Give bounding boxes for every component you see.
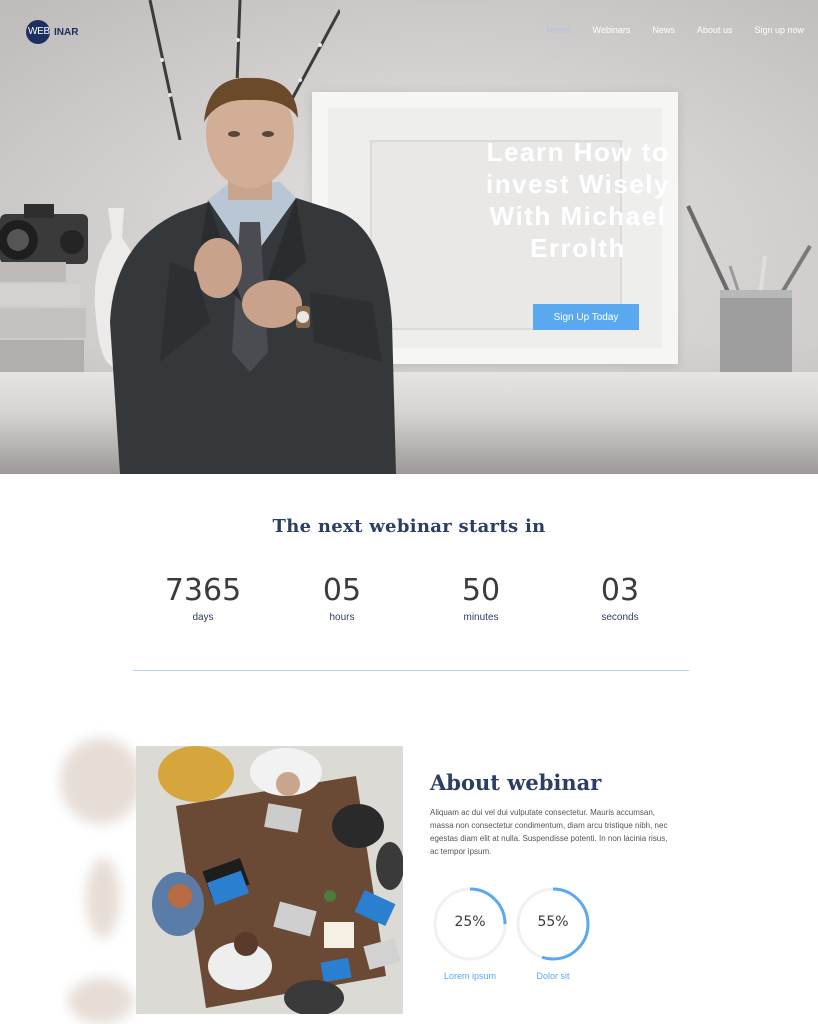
- countdown-days: 7365 days: [133, 572, 273, 623]
- countdown-label: seconds: [601, 612, 639, 623]
- stat-dolor-sit: 55% Dolor sit: [515, 886, 591, 981]
- countdown-label: days: [192, 612, 214, 623]
- presenter-photo: [110, 77, 396, 474]
- main-nav: Home Webinars News About us Sign up now: [525, 25, 804, 35]
- stat-lorem-ipsum: 25% Lorem ipsum: [432, 886, 508, 981]
- countdown-label: minutes: [463, 612, 499, 623]
- countdown-label: hours: [329, 612, 355, 623]
- countdown-value: 03: [600, 573, 640, 608]
- countdown-title: The next webinar starts in: [272, 516, 546, 537]
- progress-ring: 55%: [515, 886, 591, 962]
- sign-up-today-button[interactable]: Sign Up Today: [533, 304, 639, 330]
- progress-percent: 55%: [537, 914, 569, 930]
- progress-ring: 25%: [432, 886, 508, 962]
- countdown-hours: 05 hours: [272, 572, 412, 623]
- section-divider: [133, 670, 689, 671]
- countdown-seconds: 03 seconds: [550, 572, 690, 623]
- progress-percent: 25%: [454, 914, 486, 930]
- stat-label: Dolor sit: [536, 971, 570, 981]
- countdown-value: 50: [461, 573, 501, 608]
- pencil-cup: [686, 205, 812, 372]
- decorative-blob: [60, 738, 142, 824]
- decorative-blob: [68, 978, 134, 1024]
- hero-title-line: With Michael: [489, 201, 667, 231]
- nav-about-us[interactable]: About us: [697, 25, 733, 35]
- logo-text-inar: INAR: [54, 26, 79, 38]
- countdown-value: 05: [322, 573, 362, 608]
- nav-sign-up-now[interactable]: Sign up now: [754, 25, 804, 35]
- site-logo[interactable]: WEB INAR: [26, 20, 78, 44]
- hero-title-line: invest Wisely: [485, 169, 670, 199]
- countdown-value: 7365: [164, 573, 242, 608]
- countdown-minutes: 50 minutes: [411, 572, 551, 623]
- logo-text-web: WEB: [28, 26, 50, 37]
- stat-label: Lorem ipsum: [443, 971, 497, 981]
- hero-section: [0, 0, 818, 474]
- hero-title-line: Learn How to: [486, 137, 670, 167]
- team-meeting-photo: [136, 746, 403, 1014]
- books-stack: [0, 262, 86, 372]
- nav-webinars[interactable]: Webinars: [593, 25, 631, 35]
- about-description: Aliquam ac dui vel dui vulputate consect…: [430, 808, 668, 856]
- hero-title: Learn How to invest Wisely With Michael …: [470, 136, 686, 264]
- countdown-timer: 7365 days 05 hours 50 minutes 03 seconds: [133, 572, 689, 632]
- about-title: About webinar: [430, 770, 602, 795]
- nav-home[interactable]: Home: [547, 25, 571, 35]
- nav-news[interactable]: News: [652, 25, 675, 35]
- hero-title-line: Errolth: [530, 233, 626, 263]
- decorative-blob: [86, 858, 120, 938]
- camera-icon: [0, 204, 88, 264]
